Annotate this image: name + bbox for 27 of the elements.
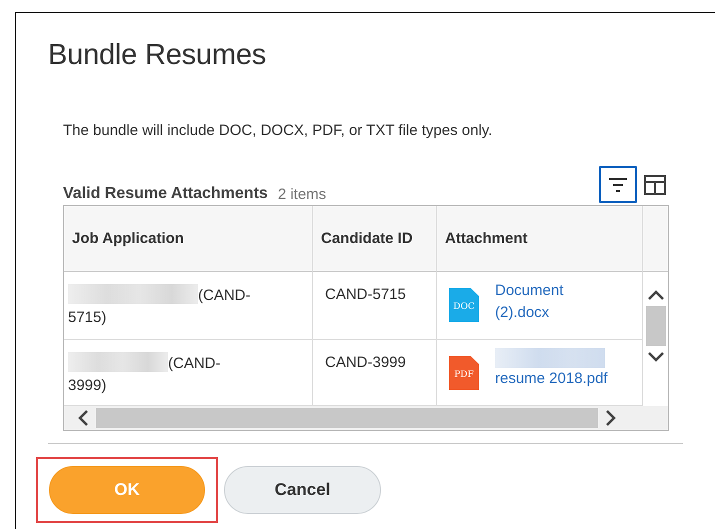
chevron-left-icon[interactable] (78, 410, 88, 426)
scrollbar-thumb[interactable] (646, 306, 666, 346)
attachment-link[interactable]: resume 2018.pdf (495, 368, 615, 390)
filter-button[interactable] (599, 166, 637, 203)
candidate-id-cell: CAND-3999 (325, 354, 406, 371)
horizontal-scrollbar[interactable] (64, 406, 668, 430)
chevron-up-icon[interactable] (648, 290, 664, 300)
columns-icon (644, 174, 666, 194)
dialog-title: Bundle Resumes (48, 39, 268, 72)
item-count: 2 items (278, 186, 326, 203)
chevron-right-icon[interactable] (606, 410, 616, 426)
column-header[interactable]: Candidate ID (313, 206, 437, 272)
column-header[interactable]: Attachment (437, 206, 643, 272)
description-text: The bundle will include DOC, DOCX, PDF, or TXT file types only. (63, 122, 492, 139)
file-type-label: PDF (453, 370, 475, 380)
column-header[interactable]: Job Application (64, 206, 313, 272)
cancel-button[interactable]: Cancel (224, 466, 381, 514)
attachment-link[interactable]: Document (2).docx (495, 280, 615, 324)
header-cell (643, 206, 668, 272)
job-application-cell: (CAND-3999) (68, 352, 258, 397)
candidate-id-cell: CAND-5715 (325, 286, 406, 303)
scrollbar-thumb[interactable] (96, 408, 598, 428)
chevron-down-icon[interactable] (648, 352, 664, 362)
section-title: Valid Resume Attachments (63, 185, 268, 203)
file-type-label: DOC (452, 302, 476, 312)
job-application-cell: (CAND-5715) (68, 284, 258, 329)
filter-icon (608, 178, 628, 192)
